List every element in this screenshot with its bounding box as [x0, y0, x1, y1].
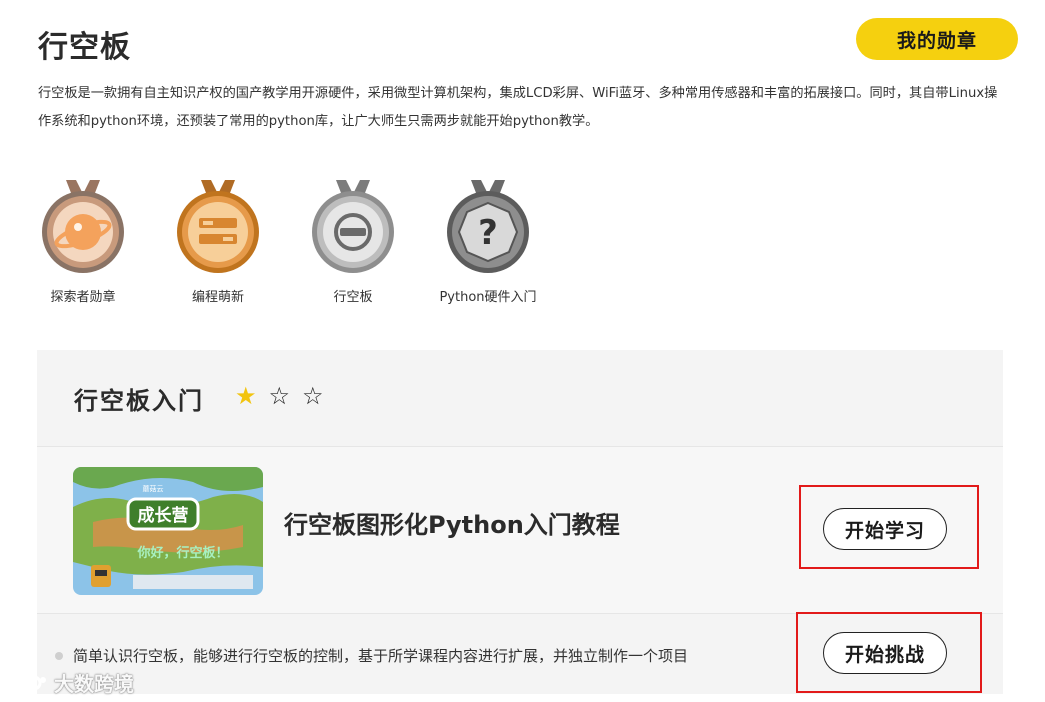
course-title: 行空板入门 [74, 387, 204, 415]
explorer-planet-icon [42, 180, 124, 273]
watermark-text: 大数跨境 [54, 672, 134, 696]
start-challenge-button[interactable]: 开始挑战 [823, 632, 947, 674]
question-mark-icon: ? [447, 180, 529, 273]
product-description: 行空板是一款拥有自主知识产权的国产教学用开源硬件，采用微型计算机架构，集成LCD… [38, 86, 998, 129]
medal-label: Python硬件入门 [439, 290, 537, 305]
medal-coding-novice[interactable]: 编程萌新 [143, 176, 293, 305]
bullet-dot [55, 652, 63, 660]
star-empty-icon: ☆ [268, 382, 291, 410]
thumbnail-brand: 蘑菇云 [143, 484, 164, 493]
watermark: 大数跨境 [10, 668, 134, 697]
svg-text:?: ? [478, 213, 498, 253]
lesson-thumbnail[interactable]: 成长营 你好，行空板！ 蘑菇云 [73, 467, 263, 595]
unihiker-board-icon [312, 180, 394, 273]
course-header: 行空板入门 ★ ☆ ☆ [37, 350, 1003, 445]
medal-unihiker[interactable]: 行空板 [278, 176, 428, 305]
my-badges-button[interactable]: 我的勋章 [856, 18, 1018, 60]
page-title: 行空板 [38, 30, 131, 65]
lesson-title[interactable]: 行空板图形化Python入门教程 [284, 505, 620, 540]
medal-python-hardware[interactable]: ? Python硬件入门 [413, 176, 563, 305]
medal-label: 探索者勋章 [50, 290, 116, 305]
coding-novice-icon [177, 180, 259, 273]
lesson-row: 成长营 你好，行空板！ 蘑菇云 行空板图形化Python入门教程 开始学习 [37, 446, 1003, 613]
medal-explorer[interactable]: 探索者勋章 [8, 176, 158, 305]
watermark-logo-icon [10, 673, 46, 692]
difficulty-rating: ★ ☆ ☆ [235, 382, 324, 410]
start-learning-button[interactable]: 开始学习 [823, 508, 947, 550]
course-panel: 行空板入门 ★ ☆ ☆ 成长营 你好，行空板！ 蘑菇云 行空板图形化Python… [37, 350, 1003, 694]
thumbnail-logo-text: 成长营 [138, 505, 189, 526]
star-filled-icon: ★ [235, 382, 257, 410]
medal-label: 行空板 [333, 290, 373, 305]
challenge-description: 简单认识行空板，能够进行行空板的控制，基于所学课程内容进行扩展，并独立制作一个项… [73, 647, 689, 665]
star-empty-icon: ☆ [302, 382, 324, 410]
challenge-row: 简单认识行空板，能够进行行空板的控制，基于所学课程内容进行扩展，并独立制作一个项… [37, 612, 1003, 694]
medal-label: 编程萌新 [191, 290, 244, 305]
thumbnail-caption: 你好，行空板！ [136, 545, 228, 561]
